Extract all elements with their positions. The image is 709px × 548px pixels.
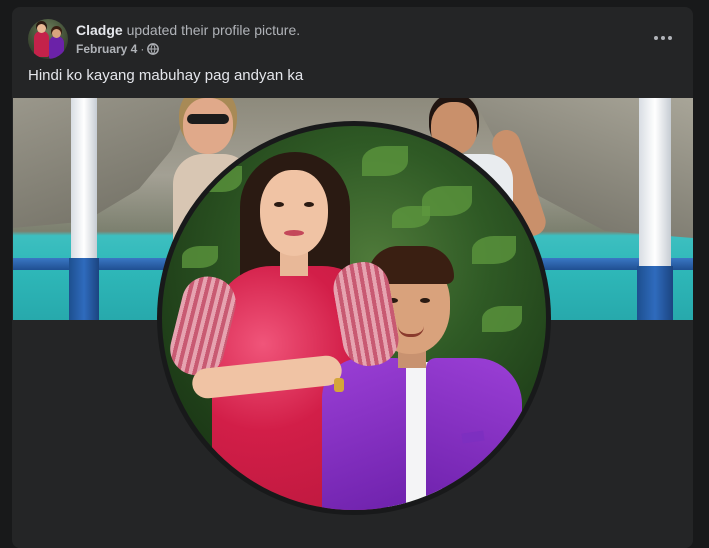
woman-eye	[274, 202, 284, 207]
man-eye	[420, 298, 430, 303]
foliage-leaf	[482, 306, 522, 332]
avatar-figure	[37, 24, 46, 33]
boat-pole	[71, 98, 97, 258]
author-name[interactable]: Cladge	[76, 22, 123, 38]
more-options-icon[interactable]	[649, 26, 677, 50]
sunglasses	[187, 114, 229, 124]
more-dot	[668, 36, 672, 40]
globe-icon[interactable]	[147, 43, 160, 55]
profile-picture[interactable]	[162, 126, 546, 510]
post-caption: Hindi ko kayang mabuhay pag andyan ka	[28, 67, 304, 84]
boat-pole-base	[69, 258, 99, 320]
avatar-figure	[52, 29, 61, 38]
woman-lips	[284, 230, 304, 236]
avatar-figure	[34, 31, 49, 57]
cover-person-head	[183, 98, 233, 154]
more-dot	[654, 36, 658, 40]
post-headline: Cladge updated their profile picture.	[76, 21, 300, 39]
post-action-text: updated their profile picture.	[122, 22, 301, 38]
post-header: Cladge updated their profile picture. Fe…	[28, 19, 300, 59]
more-dot	[661, 36, 665, 40]
post-timestamp[interactable]: February 4	[76, 41, 137, 57]
foliage-leaf	[202, 166, 242, 192]
foliage-leaf	[362, 146, 408, 176]
foliage-leaf	[182, 246, 218, 268]
watch	[334, 378, 344, 392]
post-meta: Cladge updated their profile picture. Fe…	[76, 21, 300, 57]
foliage-leaf	[392, 206, 430, 228]
woman-eye	[304, 202, 314, 207]
boat-pole	[639, 98, 671, 268]
boat-pole-base	[637, 266, 673, 320]
meta-separator: ·	[140, 42, 145, 56]
author-avatar[interactable]	[28, 19, 68, 59]
post-subline: February 4 ·	[76, 41, 300, 57]
foliage-leaf	[472, 236, 516, 264]
woman-face	[260, 170, 328, 256]
feed-post: Cladge updated their profile picture. Fe…	[12, 7, 693, 548]
avatar-figure	[49, 36, 64, 59]
